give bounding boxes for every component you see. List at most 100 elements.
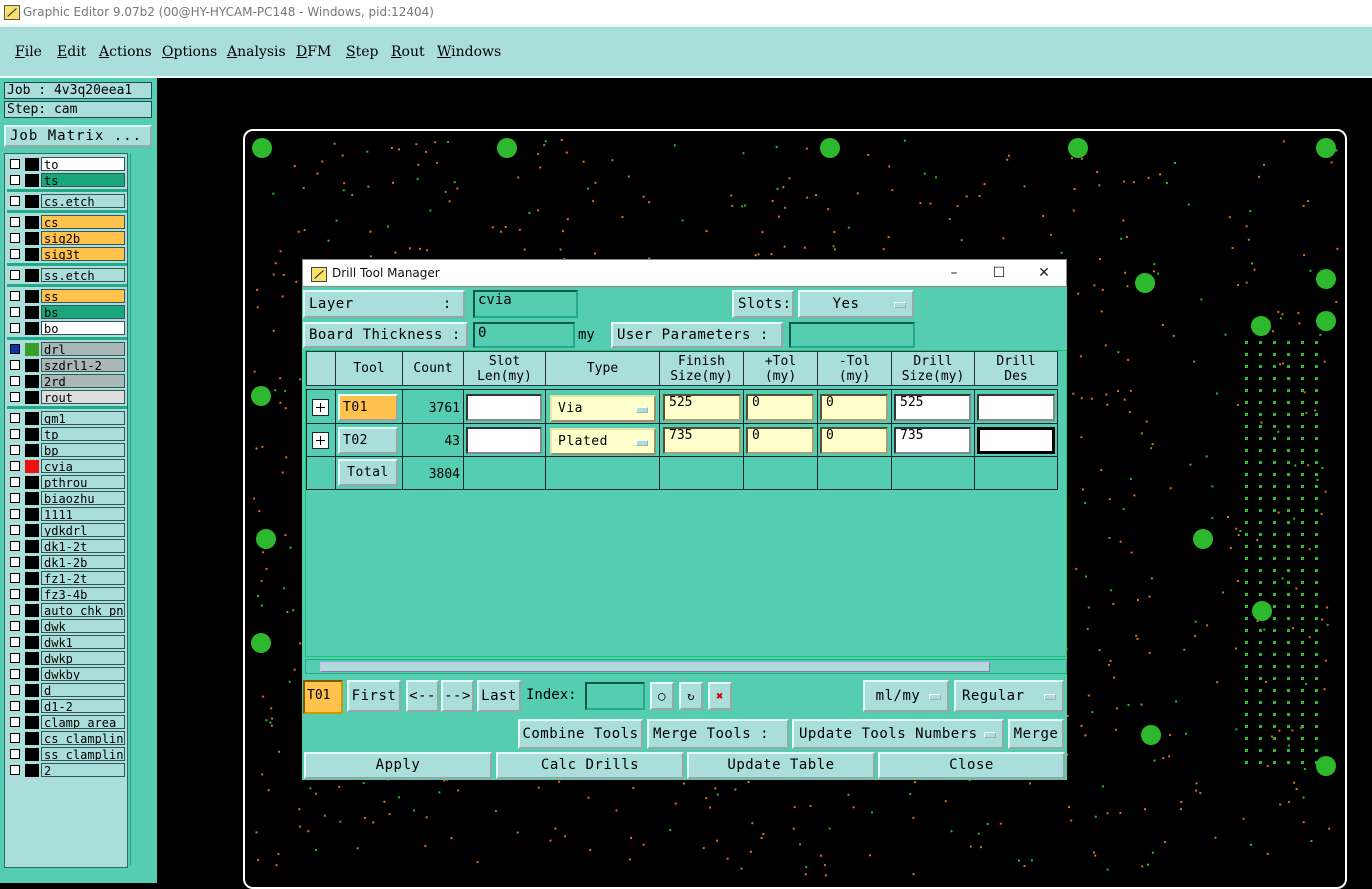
layer-row[interactable]: bs bbox=[7, 305, 127, 320]
refresh-icon[interactable]: ↻ bbox=[679, 682, 703, 710]
layer-row[interactable]: ydkdrl bbox=[7, 523, 127, 538]
job-matrix-button[interactable]: Job Matrix ... bbox=[4, 125, 152, 147]
layer-row[interactable]: sig2b bbox=[7, 231, 127, 246]
layer-name[interactable]: drl bbox=[41, 342, 125, 356]
layer-row[interactable]: cvia bbox=[7, 459, 127, 474]
layer-color-swatch[interactable] bbox=[25, 572, 39, 585]
layer-checkbox[interactable] bbox=[10, 669, 20, 679]
layer-name[interactable]: 2 bbox=[41, 763, 125, 777]
layer-row[interactable]: fz3-4b bbox=[7, 587, 127, 602]
layer-color-swatch[interactable] bbox=[25, 343, 39, 356]
layer-checkbox[interactable] bbox=[10, 573, 20, 583]
layer-name[interactable]: clamp_area bbox=[41, 715, 125, 729]
tool-cell[interactable]: T02 bbox=[338, 427, 398, 454]
layer-checkbox[interactable] bbox=[10, 461, 20, 471]
layer-name[interactable]: cs bbox=[41, 215, 125, 229]
layer-checkbox[interactable] bbox=[10, 233, 20, 243]
layer-checkbox[interactable] bbox=[10, 541, 20, 551]
slots-dropdown[interactable]: Yes bbox=[798, 290, 914, 318]
layer-checkbox[interactable] bbox=[10, 175, 20, 185]
type-dropdown[interactable]: Via bbox=[550, 395, 656, 422]
plus-tol-field[interactable]: 0 bbox=[746, 394, 814, 421]
user-parameters-button[interactable]: User Parameters : bbox=[611, 322, 783, 348]
layer-checkbox[interactable] bbox=[10, 376, 20, 386]
layer-row[interactable]: clamp_area bbox=[7, 715, 127, 730]
layer-color-swatch[interactable] bbox=[25, 636, 39, 649]
menu-options[interactable]: Options bbox=[162, 44, 217, 60]
layer-name[interactable]: fz3-4b bbox=[41, 587, 125, 601]
column-header[interactable]: +Tol (my) bbox=[743, 351, 818, 386]
finish-size-field[interactable]: 735 bbox=[663, 427, 741, 454]
layer-name[interactable]: cvia bbox=[41, 459, 125, 473]
menu-file[interactable]: File bbox=[15, 44, 42, 60]
layer-color-swatch[interactable] bbox=[25, 444, 39, 457]
layer-name[interactable]: 1111 bbox=[41, 507, 125, 521]
layer-color-swatch[interactable] bbox=[25, 158, 39, 171]
index-field[interactable] bbox=[585, 682, 645, 710]
column-header[interactable]: Drill Size(my) bbox=[891, 351, 975, 386]
layer-checkbox[interactable] bbox=[10, 477, 20, 487]
layer-checkbox[interactable] bbox=[10, 445, 20, 455]
menu-analysis[interactable]: Analysis bbox=[227, 44, 286, 60]
layer-row[interactable]: cs bbox=[7, 215, 127, 230]
layer-color-swatch[interactable] bbox=[25, 216, 39, 229]
tool-cell[interactable]: T01 bbox=[338, 394, 398, 421]
calc-drills-button[interactable]: Calc Drills bbox=[496, 752, 684, 779]
layer-checkbox[interactable] bbox=[10, 392, 20, 402]
layer-checkbox[interactable] bbox=[10, 196, 20, 206]
layer-name[interactable]: cs_clampline bbox=[41, 731, 125, 745]
menu-step[interactable]: Step bbox=[346, 44, 378, 60]
layer-row[interactable]: dwkby bbox=[7, 667, 127, 682]
layer-field[interactable]: cvia bbox=[473, 290, 578, 318]
column-header[interactable]: Tool bbox=[335, 351, 403, 386]
layer-checkbox[interactable] bbox=[10, 270, 20, 280]
last-button[interactable]: Last bbox=[477, 680, 521, 712]
layer-checkbox[interactable] bbox=[10, 344, 20, 354]
layer-name[interactable]: tp bbox=[41, 427, 125, 441]
layer-name[interactable]: auto_chk_pnl bbox=[41, 603, 125, 617]
maximize-button[interactable]: ☐ bbox=[977, 260, 1021, 287]
layer-row[interactable]: szdrl1-2 bbox=[7, 358, 127, 373]
column-header[interactable]: Drill Des bbox=[974, 351, 1058, 386]
layer-color-swatch[interactable] bbox=[25, 391, 39, 404]
layer-name[interactable]: bp bbox=[41, 443, 125, 457]
layer-checkbox[interactable] bbox=[10, 717, 20, 727]
layer-checkbox[interactable] bbox=[10, 557, 20, 567]
units-dropdown[interactable]: ml/my bbox=[863, 680, 949, 712]
layer-row[interactable]: bo bbox=[7, 321, 127, 336]
layer-name[interactable]: biaozhu bbox=[41, 491, 125, 505]
column-header[interactable]: Count bbox=[402, 351, 464, 386]
menu-rout[interactable]: Rout bbox=[391, 44, 425, 60]
drill-size-field[interactable]: 525 bbox=[894, 394, 971, 421]
apply-button[interactable]: Apply bbox=[304, 752, 492, 779]
layer-row[interactable]: ss.etch bbox=[7, 268, 127, 283]
layer-row[interactable]: pthrou bbox=[7, 475, 127, 490]
next-button[interactable]: --> bbox=[441, 680, 474, 712]
layer-row[interactable]: drl bbox=[7, 342, 127, 357]
layer-name[interactable]: bs bbox=[41, 305, 125, 319]
layer-name[interactable]: dk1-2t bbox=[41, 539, 125, 553]
user-parameters-field[interactable] bbox=[789, 322, 915, 348]
layer-checkbox[interactable] bbox=[10, 733, 20, 743]
layer-row[interactable]: dk1-2b bbox=[7, 555, 127, 570]
layer-color-swatch[interactable] bbox=[25, 540, 39, 553]
layer-checkbox[interactable] bbox=[10, 159, 20, 169]
layer-name[interactable]: ydkdrl bbox=[41, 523, 125, 537]
minus-tol-field[interactable]: 0 bbox=[820, 394, 888, 421]
layer-row[interactable]: fz1-2t bbox=[7, 571, 127, 586]
layer-row[interactable]: 2 bbox=[7, 763, 127, 778]
layer-color-swatch[interactable] bbox=[25, 716, 39, 729]
slot-length-field[interactable] bbox=[466, 427, 542, 454]
layer-color-swatch[interactable] bbox=[25, 732, 39, 745]
layer-checkbox[interactable] bbox=[10, 323, 20, 333]
drill-des-field[interactable] bbox=[977, 427, 1055, 454]
layer-color-swatch[interactable] bbox=[25, 604, 39, 617]
menu-dfm[interactable]: DFM bbox=[296, 44, 331, 60]
minus-tol-field[interactable]: 0 bbox=[820, 427, 888, 454]
layer-color-swatch[interactable] bbox=[25, 412, 39, 425]
layer-name[interactable]: szdrl1-2 bbox=[41, 358, 125, 372]
layer-checkbox[interactable] bbox=[10, 413, 20, 423]
lightbulb-icon[interactable]: ◯ bbox=[650, 682, 674, 710]
layer-name[interactable]: 2rd bbox=[41, 374, 125, 388]
layer-name[interactable]: fz1-2t bbox=[41, 571, 125, 585]
